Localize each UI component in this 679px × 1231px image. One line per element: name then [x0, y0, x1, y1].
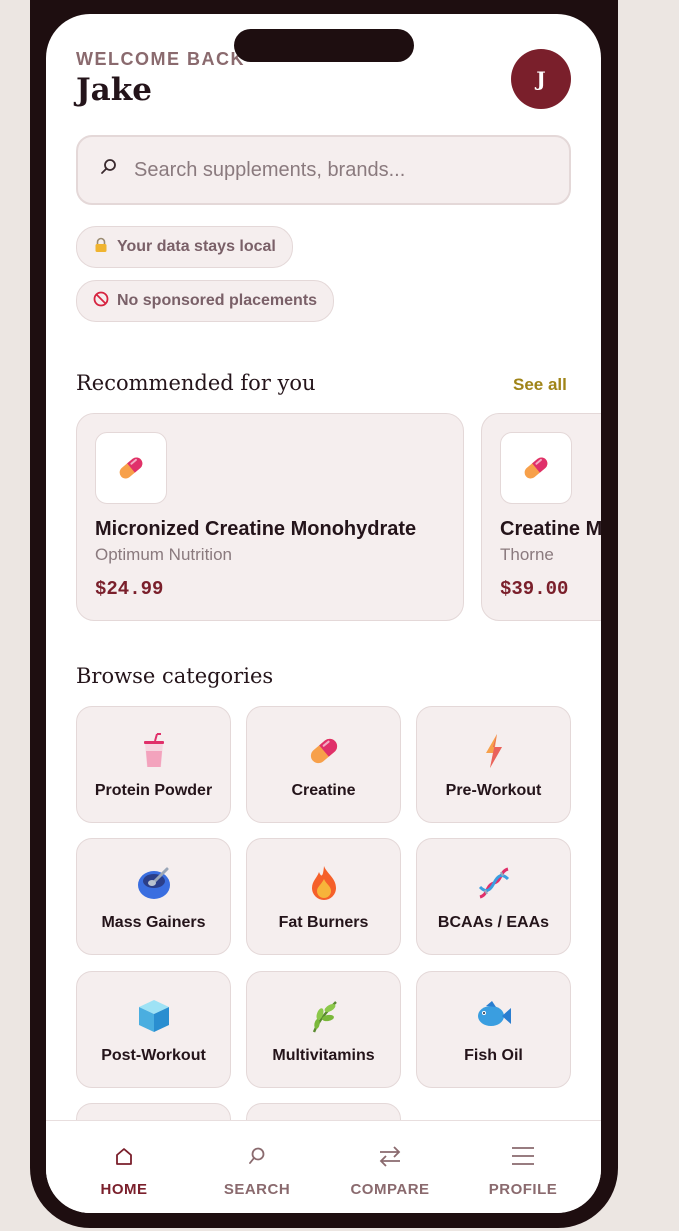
dynamic-island — [234, 29, 414, 62]
search-input[interactable] — [132, 157, 516, 183]
product-name: Creatine M — [500, 518, 601, 540]
search-icon — [100, 158, 118, 182]
avatar[interactable]: J — [511, 49, 571, 109]
tab-home[interactable]: HOME — [64, 1121, 184, 1198]
category-label: Multivitamins — [272, 1047, 375, 1064]
see-all-link[interactable]: See all — [513, 375, 567, 395]
category-creatine[interactable]: Creatine — [246, 706, 401, 823]
pill-icon — [500, 432, 572, 504]
category-mass-gainers[interactable]: Mass Gainers — [76, 838, 231, 955]
bottom-tab-bar: HOME SEARCH COMPARE PROFILE — [46, 1120, 601, 1213]
tab-label: SEARCH — [223, 1181, 291, 1198]
category-label: Post-Workout — [101, 1047, 206, 1064]
product-brand: Optimum Nutrition — [95, 545, 232, 564]
category-multivitamins[interactable]: Multivitamins — [246, 971, 401, 1088]
category-label: Protein Powder — [94, 782, 213, 799]
category-pre-workout[interactable]: Pre-Workout — [416, 706, 571, 823]
compare-icon — [330, 1141, 450, 1171]
pill-icon — [247, 733, 400, 769]
badge-label: Your data stays local — [117, 238, 276, 255]
home-icon — [64, 1141, 184, 1171]
tab-compare[interactable]: COMPARE — [330, 1121, 450, 1198]
search-icon — [197, 1141, 317, 1171]
recommended-card[interactable]: Creatine M Thorne $39.00 — [481, 413, 601, 621]
user-name: Jake — [76, 72, 152, 108]
lightning-icon — [417, 733, 570, 769]
category-fat-burners[interactable]: Fat Burners — [246, 838, 401, 955]
no-sponsored-badge: No sponsored placements — [76, 280, 335, 322]
ice-cube-icon — [77, 998, 230, 1034]
data-local-badge: Your data stays local — [76, 226, 293, 268]
category-label: Mass Gainers — [101, 914, 206, 931]
fish-icon — [417, 998, 570, 1034]
category-post-workout[interactable]: Post-Workout — [76, 971, 231, 1088]
tab-label: COMPARE — [350, 1181, 430, 1198]
categories-title: Browse categories — [76, 664, 274, 688]
category-label: BCAAs / EAAs — [437, 914, 550, 931]
product-name: Micronized Creatine Monohydrate — [95, 518, 417, 540]
recommended-title: Recommended for you — [76, 371, 316, 395]
tab-label: HOME — [100, 1181, 148, 1198]
badge-label: No sponsored placements — [117, 292, 318, 309]
product-price: $24.99 — [95, 578, 164, 600]
no-sign-icon — [93, 291, 109, 312]
app-screen: WELCOME BACK Jake J Your data stays loca… — [46, 14, 601, 1213]
category-fish-oil[interactable]: Fish Oil — [416, 971, 571, 1088]
product-brand: Thorne — [500, 545, 554, 564]
tab-search[interactable]: SEARCH — [197, 1121, 317, 1198]
category-label: Pre-Workout — [445, 782, 542, 799]
herb-icon — [247, 998, 400, 1034]
category-protein-powder[interactable]: Protein Powder — [76, 706, 231, 823]
menu-icon — [463, 1141, 583, 1171]
product-price: $39.00 — [500, 578, 569, 600]
cup-icon — [77, 733, 230, 769]
bowl-icon — [77, 865, 230, 901]
dna-icon — [417, 865, 570, 901]
category-bcaas-eaas[interactable]: BCAAs / EAAs — [416, 838, 571, 955]
category-label: Creatine — [291, 782, 356, 799]
tab-profile[interactable]: PROFILE — [463, 1121, 583, 1198]
category-label: Fat Burners — [278, 914, 369, 931]
fire-icon — [247, 865, 400, 901]
category-label: Fish Oil — [464, 1047, 523, 1064]
search-bar[interactable] — [76, 135, 571, 205]
lock-icon — [93, 237, 109, 258]
welcome-label: WELCOME BACK — [76, 49, 245, 69]
recommended-card[interactable]: Micronized Creatine Monohydrate Optimum … — [76, 413, 464, 621]
avatar-initial: J — [536, 67, 546, 91]
tab-label: PROFILE — [488, 1181, 558, 1198]
pill-icon — [95, 432, 167, 504]
